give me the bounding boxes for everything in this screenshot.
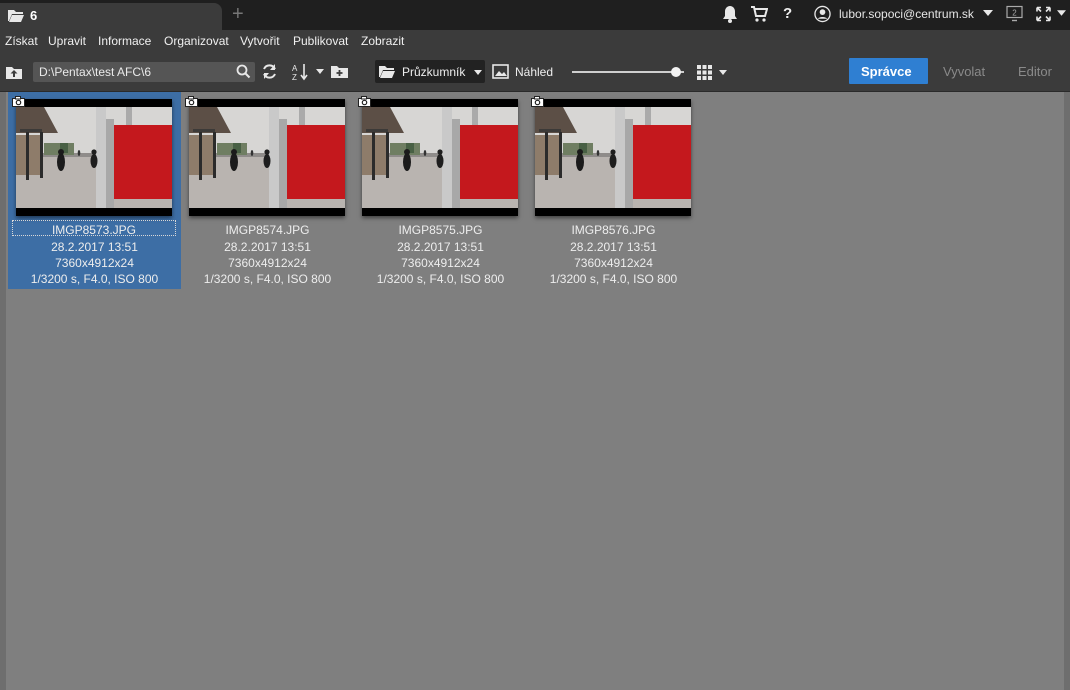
menu-item-organizovat[interactable]: Organizovat: [164, 34, 229, 48]
camera-icon: [531, 96, 544, 107]
slider-handle[interactable]: [671, 67, 682, 77]
help-icon[interactable]: ?: [783, 5, 792, 23]
chevron-down-icon[interactable]: [316, 69, 324, 74]
file-exif: 1/3200 s, F4.0, ISO 800: [549, 272, 678, 286]
menu-item-upravit[interactable]: Upravit: [48, 34, 86, 48]
thumbnail-size-slider[interactable]: [572, 71, 684, 73]
camera-icon: [358, 96, 371, 107]
file-exif: 1/3200 s, F4.0, ISO 800: [203, 272, 332, 286]
camera-icon: [185, 96, 198, 107]
chevron-down-icon[interactable]: [719, 70, 727, 75]
path-input[interactable]: D:\Pentax\test AFC\6: [33, 62, 255, 82]
file-exif: 1/3200 s, F4.0, ISO 800: [30, 272, 159, 286]
photo-thumbnail[interactable]: [16, 99, 172, 216]
browser-mode-label: Průzkumník: [402, 65, 466, 79]
bell-icon[interactable]: [722, 5, 738, 23]
new-folder-icon[interactable]: [331, 64, 348, 78]
thumbnail-item[interactable]: IMGP8574.JPG 28.2.2017 13:51 7360x4912x2…: [181, 92, 354, 289]
toolbar: D:\Pentax\test AFC\6 A Z Průzkumník Náhl…: [0, 54, 1070, 92]
file-dimensions: 7360x4912x24: [574, 256, 653, 270]
file-name: IMGP8575.JPG: [398, 223, 483, 237]
tab-bar: 6 + ? lubor.sopoci@centrum.sk 2: [0, 0, 1070, 30]
browser-mode-dropdown[interactable]: Průzkumník: [375, 60, 485, 83]
preview-toggle-label[interactable]: Náhled: [515, 65, 553, 79]
photo-thumbnail[interactable]: [535, 99, 691, 216]
file-name: IMGP8574.JPG: [225, 223, 310, 237]
file-dimensions: 7360x4912x24: [55, 256, 134, 270]
search-icon[interactable]: [236, 64, 251, 79]
tab-title: 6: [30, 8, 38, 23]
thumbnail-item[interactable]: IMGP8575.JPG 28.2.2017 13:51 7360x4912x2…: [354, 92, 527, 289]
user-icon[interactable]: [814, 5, 831, 23]
menu-item-publikovat[interactable]: Publikovat: [293, 34, 348, 48]
new-tab-button[interactable]: +: [232, 3, 244, 25]
camera-icon: [12, 96, 25, 107]
menu-bar: Získat Upravit Informace Organizovat Vyt…: [0, 30, 1070, 54]
file-name: IMGP8576.JPG: [571, 223, 656, 237]
folder-open-icon: [379, 66, 395, 78]
grid-view-icon[interactable]: [697, 65, 712, 80]
user-account-name[interactable]: lubor.sopoci@centrum.sk: [839, 7, 974, 21]
file-date: 28.2.2017 13:51: [224, 240, 311, 254]
monitor-icon[interactable]: 2: [1006, 5, 1023, 23]
cart-icon[interactable]: [750, 5, 768, 23]
mode-manager-button[interactable]: Správce: [849, 58, 928, 84]
thumbnail-item[interactable]: IMGP8573.JPG 28.2.2017 13:51 7360x4912x2…: [8, 92, 181, 289]
folder-open-icon: [8, 10, 24, 22]
browser-tab[interactable]: 6: [0, 3, 222, 30]
monitor-count: 2: [1012, 9, 1017, 18]
file-name: IMGP8573.JPG: [12, 220, 176, 237]
mode-develop-button[interactable]: Vyvolat: [943, 58, 985, 84]
file-dimensions: 7360x4912x24: [228, 256, 307, 270]
chevron-down-icon[interactable]: [983, 10, 993, 16]
refresh-icon[interactable]: [261, 63, 278, 80]
menu-item-vytvorit[interactable]: Vytvořit: [240, 34, 280, 48]
image-preview-icon[interactable]: [492, 64, 509, 79]
file-date: 28.2.2017 13:51: [51, 240, 138, 254]
menu-item-zobrazit[interactable]: Zobrazit: [361, 34, 404, 48]
folder-up-icon[interactable]: [6, 65, 22, 79]
fullscreen-icon[interactable]: [1036, 5, 1051, 23]
svg-text:Z: Z: [292, 73, 297, 81]
file-exif: 1/3200 s, F4.0, ISO 800: [376, 272, 505, 286]
chevron-down-icon[interactable]: [1057, 10, 1066, 16]
photo-thumbnail[interactable]: [362, 99, 518, 216]
file-date: 28.2.2017 13:51: [397, 240, 484, 254]
sort-icon[interactable]: A Z: [292, 63, 310, 81]
thumbnail-item[interactable]: IMGP8576.JPG 28.2.2017 13:51 7360x4912x2…: [527, 92, 700, 289]
chevron-down-icon: [474, 70, 482, 75]
menu-item-informace[interactable]: Informace: [98, 34, 151, 48]
menu-item-ziskat[interactable]: Získat: [5, 34, 38, 48]
right-panel-edge[interactable]: [1064, 92, 1070, 690]
left-panel-edge[interactable]: [0, 92, 6, 690]
path-text: D:\Pentax\test AFC\6: [39, 65, 152, 79]
file-dimensions: 7360x4912x24: [401, 256, 480, 270]
svg-text:A: A: [292, 64, 298, 73]
file-date: 28.2.2017 13:51: [570, 240, 657, 254]
mode-editor-button[interactable]: Editor: [1018, 58, 1052, 84]
photo-thumbnail[interactable]: [189, 99, 345, 216]
